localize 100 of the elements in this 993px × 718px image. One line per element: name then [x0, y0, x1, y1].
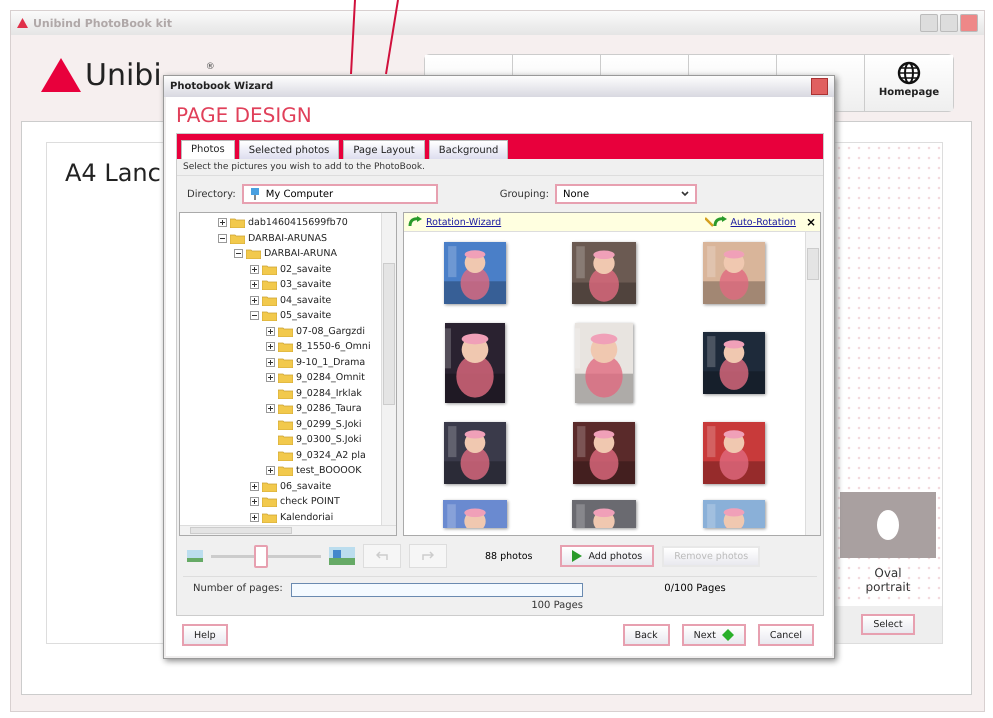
tree-item[interactable]: Kalendoriai	[280, 512, 334, 523]
add-photos-button[interactable]: Add photos	[560, 545, 654, 567]
auto-rotation-link[interactable]: Auto-Rotation	[730, 216, 796, 228]
scrollbar[interactable]	[180, 525, 396, 535]
expand-icon[interactable]	[266, 326, 275, 336]
slider-thumb[interactable]	[254, 544, 268, 568]
folder-icon	[278, 326, 293, 337]
tree-item[interactable]: 9_0324_A2 pla	[296, 450, 366, 461]
tab[interactable]: Page Layout	[343, 140, 425, 159]
chevron-down-icon	[681, 191, 690, 197]
expand-icon[interactable]	[266, 466, 275, 476]
folder-icon	[230, 217, 245, 228]
tab[interactable]: Background	[428, 140, 508, 159]
directory-label: Directory:	[187, 188, 236, 200]
folder-icon	[262, 512, 277, 523]
tree-item[interactable]: DARBAI-ARUNA	[264, 248, 337, 260]
tree-item[interactable]: 9_0299_S.Joki	[296, 418, 362, 430]
dialog-title: Photobook Wizard	[170, 81, 274, 92]
expand-icon[interactable]	[266, 342, 275, 352]
help-button[interactable]: Help	[182, 624, 228, 646]
tree-item[interactable]: 04_savaite	[280, 294, 332, 306]
tree-item[interactable]: test_BOOOOK	[296, 465, 362, 476]
folder-icon	[246, 248, 261, 260]
back-button[interactable]: Back	[622, 624, 670, 646]
folder-icon	[278, 388, 293, 399]
homepage-button[interactable]: Homepage	[865, 55, 953, 111]
tree-item[interactable]: 05_savaite	[280, 310, 332, 322]
folder-icon	[262, 294, 277, 306]
tree-item[interactable]: 9_0300_S.Joki	[296, 434, 362, 446]
rotate-left-icon	[376, 551, 388, 561]
photo-count: 88 photos	[485, 550, 532, 562]
tree-item[interactable]: DARBAI-ARUNAS	[248, 232, 327, 244]
folder-icon	[278, 403, 293, 414]
small-image-icon	[187, 550, 203, 562]
tree-item[interactable]: 9-10_1_Drama	[296, 356, 366, 368]
layout-option-card[interactable]: Oval portrait Select	[833, 142, 943, 644]
folder-icon	[278, 465, 293, 476]
layout-title: A4 Lanc	[65, 159, 161, 187]
collapse-icon[interactable]	[250, 311, 259, 320]
folder-icon	[278, 356, 293, 368]
expand-icon[interactable]	[266, 373, 275, 382]
folder-icon	[278, 450, 293, 461]
folder-icon	[262, 480, 277, 492]
tree-item[interactable]: 9_0284_Irklak	[296, 388, 362, 399]
tree-item[interactable]: 9_0286_Taura	[296, 403, 362, 414]
play-icon	[572, 550, 582, 562]
folder-icon	[262, 310, 277, 322]
logo-text: Unibi	[85, 58, 162, 92]
tree-item[interactable]: 8_1550-6_Omni	[296, 341, 371, 352]
window-title: Unibind PhotoBook kit	[33, 16, 172, 30]
cancel-button[interactable]: Cancel	[758, 624, 814, 646]
grouping-label: Grouping:	[500, 188, 550, 200]
grouping-dropdown[interactable]: None	[555, 184, 698, 204]
scrollbar[interactable]	[805, 232, 820, 535]
folder-icon	[262, 496, 277, 508]
expand-icon[interactable]	[250, 497, 259, 506]
expand-icon[interactable]	[250, 482, 259, 491]
tree-item[interactable]: dab1460415699fb70	[248, 217, 348, 228]
collapse-icon[interactable]	[218, 234, 227, 243]
layout-name: Oval portrait	[864, 566, 912, 594]
directory-dropdown[interactable]: My Computer	[242, 184, 438, 204]
expand-icon[interactable]	[250, 264, 259, 274]
rotation-wizard-link[interactable]: Rotation-Wizard	[426, 216, 502, 228]
tree-item[interactable]: 02_savaite	[280, 264, 332, 275]
next-button[interactable]: Next	[682, 624, 746, 646]
collapse-icon[interactable]	[234, 249, 243, 258]
computer-icon	[250, 188, 260, 200]
registered-mark: ®	[206, 62, 215, 72]
expand-icon[interactable]	[218, 218, 227, 228]
tree-item[interactable]: 06_savaite	[280, 480, 332, 492]
select-button[interactable]: Select	[861, 614, 915, 635]
logo-icon	[41, 58, 81, 92]
tree-item[interactable]: 07-08_Gargzdi	[296, 326, 365, 337]
expand-icon[interactable]	[250, 280, 259, 290]
rotate-right-icon	[422, 551, 434, 561]
rotate-arrow-icon	[408, 216, 422, 228]
scrollbar[interactable]	[381, 213, 396, 525]
expand-icon[interactable]	[250, 296, 259, 305]
diamond-icon	[722, 629, 734, 641]
pages-status: 0/100 Pages	[664, 583, 726, 594]
expand-icon[interactable]	[266, 358, 275, 367]
folder-icon	[278, 434, 293, 446]
folder-icon	[262, 279, 277, 290]
page-heading: PAGE DESIGN	[176, 103, 313, 127]
folder-icon	[230, 232, 245, 244]
magic-rotate-icon	[704, 216, 727, 228]
expand-icon[interactable]	[266, 404, 275, 414]
folder-icon	[262, 264, 277, 275]
pages-max: 100 Pages	[531, 600, 583, 611]
tab[interactable]: Photos	[181, 140, 235, 159]
pages-label: Number of pages:	[193, 583, 284, 594]
tree-item[interactable]: check POINT	[280, 496, 340, 508]
tree-item[interactable]: 9_0284_Omnit	[296, 372, 365, 384]
close-icon[interactable]: ×	[806, 215, 816, 229]
folder-icon	[278, 418, 293, 430]
expand-icon[interactable]	[250, 512, 259, 522]
tab[interactable]: Selected photos	[238, 140, 340, 159]
tree-item[interactable]: 03_savaite	[280, 279, 332, 290]
folder-icon	[278, 372, 293, 384]
folder-icon	[278, 341, 293, 352]
